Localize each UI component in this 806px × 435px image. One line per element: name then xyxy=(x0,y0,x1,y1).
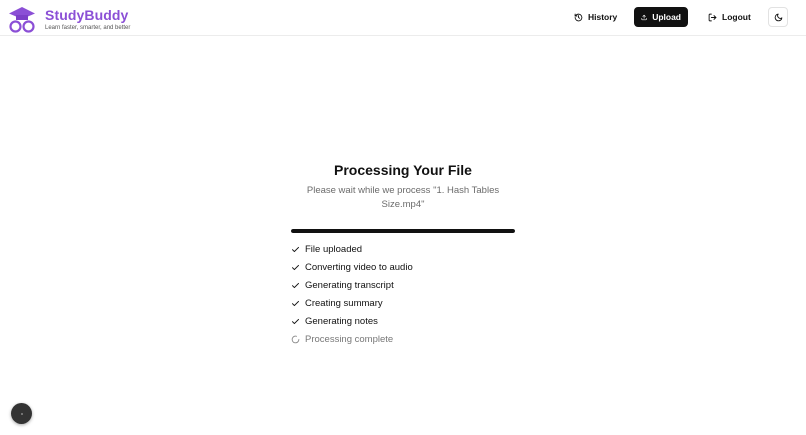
step-label: Creating summary xyxy=(305,297,383,309)
moon-icon xyxy=(774,13,782,21)
progress-bar-fill xyxy=(291,229,515,233)
history-label: History xyxy=(588,12,618,22)
step-item: Creating summary xyxy=(291,294,551,312)
history-icon xyxy=(574,13,583,21)
step-label: Converting video to audio xyxy=(305,261,413,273)
upload-button[interactable]: Upload xyxy=(634,7,688,27)
logout-icon xyxy=(708,13,717,21)
brand-tagline: Learn faster, smarter, and better xyxy=(45,25,131,31)
upload-label: Upload xyxy=(652,12,681,22)
progress-bar xyxy=(291,229,515,233)
logout-button[interactable]: Logout xyxy=(701,7,758,27)
checkmark-icon xyxy=(291,317,300,326)
step-item: Converting video to audio xyxy=(291,258,551,276)
logout-label: Logout xyxy=(722,12,751,22)
step-label: Generating transcript xyxy=(305,279,394,291)
page-title: Processing Your File xyxy=(334,162,472,178)
step-item: File uploaded xyxy=(291,240,551,258)
step-label: File uploaded xyxy=(305,243,363,255)
fab-dot-icon xyxy=(20,412,23,415)
app-header: StudyBuddy Learn faster, smarter, and be… xyxy=(0,0,806,36)
checkmark-icon xyxy=(291,263,300,272)
processing-steps-list: File uploaded Converting video to audio … xyxy=(291,240,551,348)
theme-toggle-button[interactable] xyxy=(768,7,788,27)
step-item: Generating notes xyxy=(291,312,551,330)
step-item: Processing complete xyxy=(291,330,551,348)
checkmark-icon xyxy=(291,245,300,254)
brand[interactable]: StudyBuddy Learn faster, smarter, and be… xyxy=(45,7,130,32)
checkmark-icon xyxy=(291,281,300,290)
brand-name: StudyBuddy xyxy=(45,7,129,23)
history-button[interactable]: History xyxy=(567,7,624,27)
loading-spinner-icon xyxy=(291,335,300,344)
step-label: Generating notes xyxy=(305,315,378,327)
step-item: Generating transcript xyxy=(291,276,551,294)
upload-icon xyxy=(641,14,647,20)
checkmark-icon xyxy=(291,299,300,308)
step-label: Processing complete xyxy=(305,333,394,345)
graduation-cap-logo-icon[interactable] xyxy=(8,6,36,34)
floating-action-button[interactable] xyxy=(11,403,32,424)
processing-subtitle: Please wait while we process "1. Hash Ta… xyxy=(306,185,500,210)
